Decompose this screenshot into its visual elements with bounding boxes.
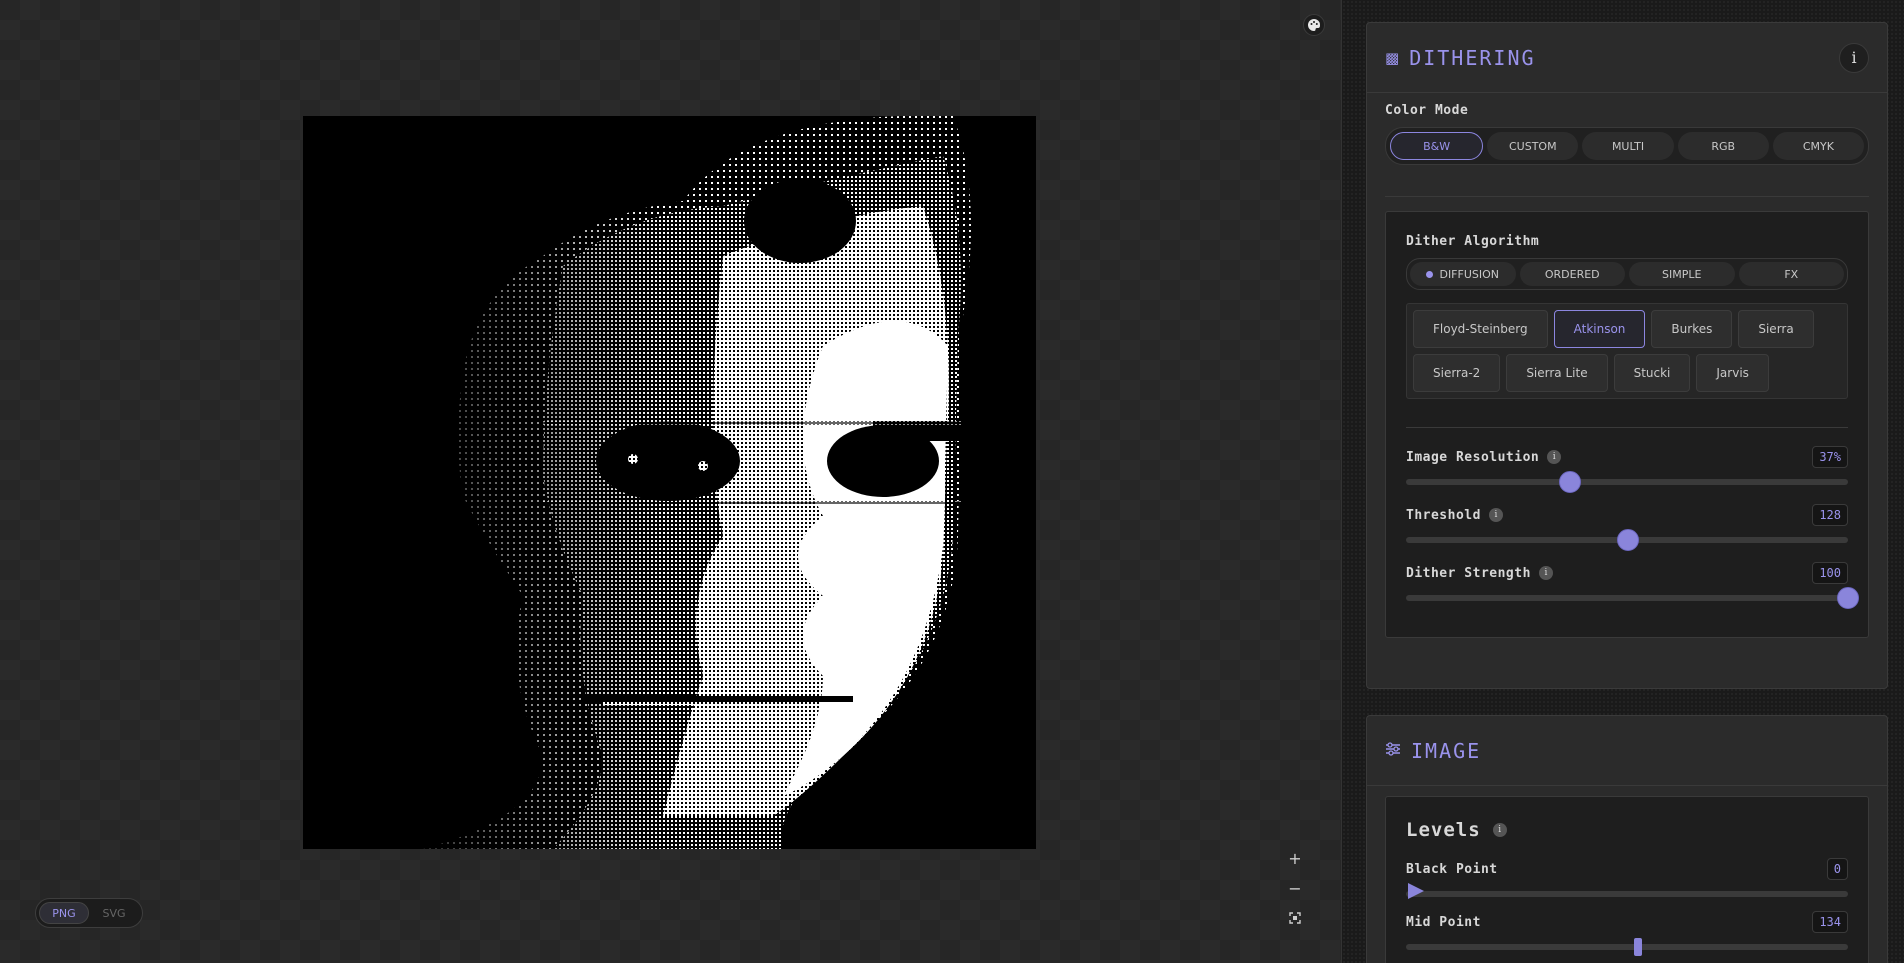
algo-sierra[interactable]: Sierra bbox=[1738, 310, 1814, 348]
black-point-label: Black Point bbox=[1406, 861, 1498, 877]
info-icon[interactable]: i bbox=[1538, 566, 1553, 580]
slider-thumb[interactable] bbox=[1558, 471, 1581, 493]
slider-thumb[interactable] bbox=[1837, 587, 1859, 609]
divider bbox=[1406, 427, 1848, 428]
mid-point-value[interactable]: 134 bbox=[1812, 911, 1848, 933]
levels-panel: Levels i Black Point 0 Mid Point 134 bbox=[1385, 796, 1869, 963]
fit-screen-button[interactable] bbox=[1284, 907, 1306, 929]
black-point-handle[interactable] bbox=[1408, 883, 1424, 899]
color-mode-label: Color Mode bbox=[1385, 103, 1469, 118]
export-format-toggle: PNG SVG bbox=[35, 898, 143, 928]
dither-strength-value[interactable]: 100 bbox=[1812, 562, 1848, 584]
tab-simple[interactable]: SIMPLE bbox=[1629, 262, 1735, 286]
algo-sierra-2[interactable]: Sierra-2 bbox=[1413, 354, 1501, 392]
palette-icon bbox=[1308, 18, 1321, 31]
dither-strength-slider[interactable] bbox=[1406, 587, 1859, 609]
fit-screen-icon bbox=[1289, 912, 1301, 924]
dithered-image-render bbox=[303, 116, 1036, 849]
zoom-in-button[interactable]: + bbox=[1284, 847, 1306, 869]
image-resolution-value[interactable]: 37% bbox=[1812, 446, 1848, 468]
mid-point-handle[interactable] bbox=[1634, 938, 1643, 956]
color-mode-multi[interactable]: MULTI bbox=[1582, 132, 1674, 160]
levels-header: Levels i bbox=[1406, 819, 1507, 841]
algo-stucki[interactable]: Stucki bbox=[1613, 354, 1691, 392]
tab-label: DIFFUSION bbox=[1439, 267, 1500, 281]
export-png-button[interactable]: PNG bbox=[39, 902, 89, 924]
mid-point-slider[interactable] bbox=[1406, 938, 1848, 956]
tab-ordered[interactable]: ORDERED bbox=[1519, 262, 1625, 286]
image-resolution-slider[interactable] bbox=[1406, 471, 1848, 493]
threshold-label: Threshold bbox=[1406, 507, 1481, 523]
algo-floyd-steinberg[interactable]: Floyd-Steinberg bbox=[1413, 310, 1548, 348]
color-mode-rgb[interactable]: RGB bbox=[1677, 132, 1769, 160]
algo-jarvis[interactable]: Jarvis bbox=[1696, 354, 1769, 392]
algorithm-category-tabs: DIFFUSION ORDERED SIMPLE FX bbox=[1406, 258, 1848, 290]
info-icon[interactable]: i bbox=[1547, 450, 1562, 464]
section-title: IMAGE bbox=[1411, 738, 1482, 763]
canvas-area: + − PNG SVG bbox=[0, 0, 1341, 963]
info-button[interactable]: i bbox=[1839, 42, 1869, 73]
algo-sierra-lite[interactable]: Sierra Lite bbox=[1506, 354, 1608, 392]
dither-algorithm-label: Dither Algorithm bbox=[1406, 234, 1540, 249]
color-mode-selector: B&W CUSTOM MULTI RGB CMYK bbox=[1385, 127, 1869, 165]
image-resolution-control: Image Resolution i 37% bbox=[1406, 445, 1848, 493]
tab-fx[interactable]: FX bbox=[1738, 262, 1844, 286]
black-point-control: Black Point 0 bbox=[1406, 857, 1848, 899]
export-svg-button[interactable]: SVG bbox=[89, 902, 139, 924]
dithered-image[interactable] bbox=[303, 116, 1036, 849]
color-mode-bw[interactable]: B&W bbox=[1390, 132, 1484, 160]
dither-grid-icon: ▩ bbox=[1385, 48, 1400, 67]
sliders-icon bbox=[1385, 741, 1401, 760]
color-mode-cmyk[interactable]: CMYK bbox=[1772, 132, 1865, 160]
threshold-slider[interactable] bbox=[1406, 529, 1848, 551]
algo-atkinson[interactable]: Atkinson bbox=[1553, 310, 1646, 348]
dithering-header: ▩ DITHERING i bbox=[1367, 23, 1887, 93]
divider bbox=[1385, 196, 1869, 197]
mid-point-label: Mid Point bbox=[1406, 914, 1481, 930]
threshold-value[interactable]: 128 bbox=[1812, 504, 1848, 526]
black-point-slider[interactable] bbox=[1406, 883, 1848, 899]
mid-point-control: Mid Point 134 bbox=[1406, 910, 1848, 956]
zoom-out-icon: − bbox=[1288, 878, 1302, 898]
levels-title: Levels bbox=[1406, 819, 1481, 841]
settings-panel: ▩ DITHERING i Color Mode B&W CUSTOM MULT… bbox=[1341, 0, 1904, 963]
selected-dot-icon bbox=[1426, 270, 1434, 278]
threshold-control: Threshold i 128 bbox=[1406, 503, 1848, 551]
zoom-out-button[interactable]: − bbox=[1284, 877, 1306, 899]
palette-button[interactable] bbox=[1303, 14, 1325, 36]
info-icon[interactable]: i bbox=[1488, 508, 1503, 522]
algo-burkes[interactable]: Burkes bbox=[1651, 310, 1733, 348]
black-point-value[interactable]: 0 bbox=[1826, 858, 1848, 880]
tab-diffusion[interactable]: DIFFUSION bbox=[1410, 262, 1516, 286]
dither-strength-control: Dither Strength i 100 bbox=[1406, 561, 1859, 609]
algorithm-grid: Floyd-Steinberg Atkinson Burkes Sierra S… bbox=[1406, 303, 1848, 399]
color-mode-custom[interactable]: CUSTOM bbox=[1487, 132, 1579, 160]
section-title: DITHERING bbox=[1409, 45, 1536, 70]
dithering-section: ▩ DITHERING i Color Mode B&W CUSTOM MULT… bbox=[1366, 22, 1888, 689]
dither-algorithm-panel: Dither Algorithm DIFFUSION ORDERED SIMPL… bbox=[1385, 211, 1869, 638]
image-section: IMAGE Levels i Black Point 0 Mid Point 1 bbox=[1366, 715, 1888, 963]
info-icon[interactable]: i bbox=[1492, 823, 1507, 837]
info-icon: i bbox=[1851, 48, 1857, 67]
zoom-in-icon: + bbox=[1288, 848, 1302, 868]
image-resolution-label: Image Resolution bbox=[1406, 449, 1540, 465]
slider-thumb[interactable] bbox=[1616, 529, 1639, 551]
image-header: IMAGE bbox=[1367, 716, 1887, 786]
dither-strength-label: Dither Strength bbox=[1406, 565, 1531, 581]
